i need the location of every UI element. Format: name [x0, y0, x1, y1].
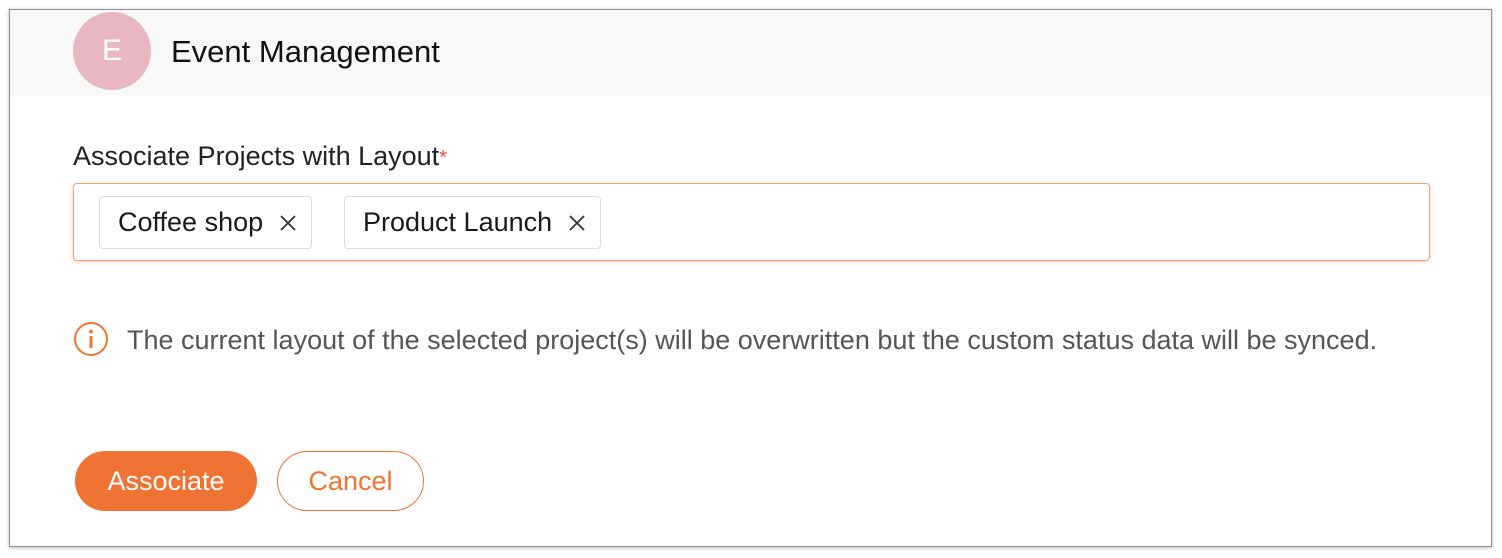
projects-field-label-text: Associate Projects with Layout: [73, 141, 440, 171]
project-chip: Coffee shop: [99, 196, 313, 249]
overwrite-notice-text: The current layout of the selected proje…: [127, 325, 1378, 355]
project-chip-label: Coffee shop: [118, 207, 264, 237]
projects-multiselect[interactable]: Coffee shop Product Launch: [73, 183, 1430, 261]
associate-button[interactable]: Associate: [75, 451, 257, 511]
panel-header: E Event Management: [10, 10, 1491, 96]
layout-title: Event Management: [171, 34, 440, 69]
remove-chip-icon[interactable]: [277, 212, 299, 234]
project-chip: Product Launch: [344, 196, 602, 249]
project-chip-label: Product Launch: [363, 207, 553, 237]
info-icon: [73, 321, 109, 357]
required-marker: *: [439, 147, 447, 169]
projects-field-label: Associate Projects with Layout*: [73, 136, 447, 176]
remove-chip-icon[interactable]: [566, 212, 588, 234]
cancel-button[interactable]: Cancel: [277, 451, 424, 511]
layout-avatar: E: [73, 12, 151, 90]
associate-layout-panel: E Event Management Associate Projects wi…: [9, 9, 1492, 547]
